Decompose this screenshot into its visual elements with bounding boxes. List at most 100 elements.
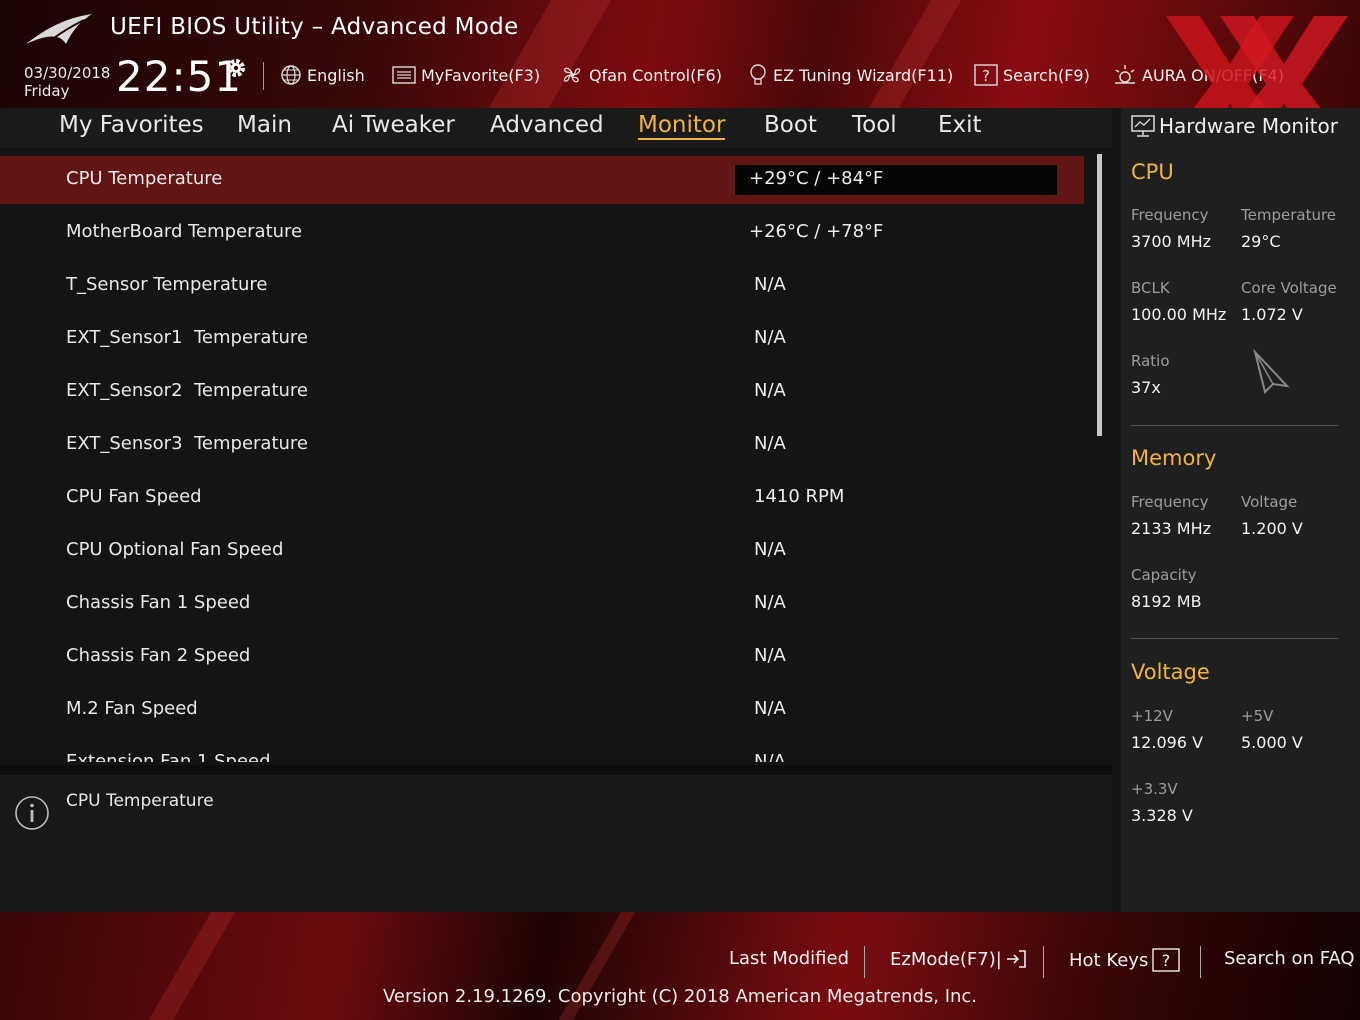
qfan-control-label: Qfan Control(F6) xyxy=(589,65,722,85)
rog-logo-icon xyxy=(26,14,92,44)
header-streak xyxy=(868,0,962,108)
language-label: English xyxy=(307,65,365,85)
memory-section-heading: Memory xyxy=(1131,446,1217,470)
monitor-row-chassis-fan-2-speed[interactable]: Chassis Fan 2 Speed N/A xyxy=(0,633,1084,681)
v5-value: 5.000 V xyxy=(1241,733,1303,752)
tab-my-favorites[interactable]: My Favorites xyxy=(59,112,204,138)
main-nav-tabs: My Favorites Main Ai Tweaker Advanced Mo… xyxy=(0,108,1112,148)
monitor-row-m2-fan-speed[interactable]: M.2 Fan Speed N/A xyxy=(0,686,1084,734)
last-modified-button[interactable]: Last Modified xyxy=(729,948,849,969)
row-value: N/A xyxy=(754,380,786,401)
ez-tuning-wizard-button[interactable]: EZ Tuning Wizard(F11) xyxy=(748,62,953,88)
voltage-section-heading: Voltage xyxy=(1131,660,1210,684)
monitor-row-ext-sensor3-temperature[interactable]: EXT_Sensor3 Temperature N/A xyxy=(0,421,1084,469)
help-question-icon: ? xyxy=(1152,948,1181,972)
ezmode-label: EzMode(F7)| xyxy=(890,948,1002,970)
cpu-section-heading: CPU xyxy=(1131,160,1174,184)
footer-separator xyxy=(864,946,865,978)
v12-label: +12V xyxy=(1131,707,1173,725)
monitor-screen-icon xyxy=(1131,115,1155,137)
monitor-row-ext-sensor2-temperature[interactable]: EXT_Sensor2 Temperature N/A xyxy=(0,368,1084,416)
search-button[interactable]: ? Search(F9) xyxy=(974,62,1090,88)
help-description: CPU Temperature xyxy=(66,791,214,811)
section-divider xyxy=(1131,638,1338,639)
v33-value: 3.328 V xyxy=(1131,806,1193,825)
monitor-row-extension-fan-1-speed[interactable]: Extension Fan 1 Speed N/A xyxy=(0,739,1084,762)
monitor-row-ext-sensor1-temperature[interactable]: EXT_Sensor1 Temperature N/A xyxy=(0,315,1084,363)
row-label: EXT_Sensor2 Temperature xyxy=(66,380,308,401)
row-value: N/A xyxy=(754,433,786,454)
list-scrollbar[interactable] xyxy=(1097,154,1102,436)
date-display: 03/30/2018 xyxy=(24,64,111,82)
help-question-icon: ? xyxy=(974,64,998,86)
cpu-frequency-label: Frequency xyxy=(1131,206,1209,224)
ez-tuning-wizard-label: EZ Tuning Wizard(F11) xyxy=(773,65,954,85)
row-value: N/A xyxy=(754,539,786,560)
tab-advanced[interactable]: Advanced xyxy=(490,112,604,138)
monitor-row-motherboard-temperature[interactable]: MotherBoard Temperature +26°C / +78°F xyxy=(0,209,1084,257)
row-value: N/A xyxy=(754,274,786,295)
cpu-temperature-value: 29°C xyxy=(1241,232,1281,251)
row-value: +26°C / +78°F xyxy=(749,221,884,242)
core-voltage-label: Core Voltage xyxy=(1241,279,1337,297)
row-label: EXT_Sensor3 Temperature xyxy=(66,433,308,454)
row-value: N/A xyxy=(754,592,786,613)
hardware-monitor-title: Hardware Monitor xyxy=(1159,114,1338,138)
svg-text:?: ? xyxy=(982,67,990,85)
last-modified-label: Last Modified xyxy=(729,948,850,969)
hardware-monitor-panel: Hardware Monitor CPU Frequency Temperatu… xyxy=(1121,108,1360,912)
globe-icon xyxy=(281,65,301,85)
row-value: +29°C / +84°F xyxy=(749,168,884,189)
bclk-label: BCLK xyxy=(1131,279,1170,297)
row-label: EXT_Sensor1 Temperature xyxy=(66,327,308,348)
monitor-row-cpu-temperature[interactable]: CPU Temperature +29°C / +84°F xyxy=(0,156,1084,204)
list-divider xyxy=(0,765,1112,775)
memory-capacity-value: 8192 MB xyxy=(1131,592,1202,611)
row-value: N/A xyxy=(754,645,786,666)
memory-voltage-value: 1.200 V xyxy=(1241,519,1303,538)
toolbar-separator xyxy=(263,62,264,90)
language-button[interactable]: English xyxy=(280,62,365,88)
my-favorite-label: MyFavorite(F3) xyxy=(421,65,541,85)
tab-monitor[interactable]: Monitor xyxy=(638,112,726,140)
tab-ai-tweaker[interactable]: Ai Tweaker xyxy=(332,112,455,138)
monitor-row-chassis-fan-1-speed[interactable]: Chassis Fan 1 Speed N/A xyxy=(0,580,1084,628)
core-voltage-value: 1.072 V xyxy=(1241,305,1303,324)
my-favorite-button[interactable]: MyFavorite(F3) xyxy=(392,62,540,88)
svg-text:?: ? xyxy=(1162,951,1171,970)
monitor-row-cpu-fan-speed[interactable]: CPU Fan Speed 1410 RPM xyxy=(0,474,1084,522)
row-label: Chassis Fan 2 Speed xyxy=(66,645,251,666)
monitor-row-cpu-optional-fan-speed[interactable]: CPU Optional Fan Speed N/A xyxy=(0,527,1084,575)
qfan-control-button[interactable]: Qfan Control(F6) xyxy=(560,62,722,88)
section-divider xyxy=(1131,425,1338,426)
search-label: Search(F9) xyxy=(1003,65,1090,85)
memory-voltage-label: Voltage xyxy=(1241,493,1298,511)
xx-watermark-icon xyxy=(1166,16,1348,108)
monitor-settings-list: CPU Temperature +29°C / +84°F MotherBoar… xyxy=(0,152,1090,762)
gear-icon[interactable] xyxy=(224,56,248,80)
tab-exit[interactable]: Exit xyxy=(938,112,982,138)
ezmode-button[interactable]: EzMode(F7)| xyxy=(890,948,1027,970)
tab-boot[interactable]: Boot xyxy=(764,112,817,138)
row-label: CPU Temperature xyxy=(66,168,223,189)
ratio-value: 37x xyxy=(1131,378,1161,397)
tab-tool[interactable]: Tool xyxy=(852,112,897,138)
search-on-faq-button[interactable]: Search on FAQ xyxy=(1224,948,1355,969)
footer-bar: Last Modified EzMode(F7)| Hot Keys ? Sea… xyxy=(0,912,1360,1020)
cpu-temperature-label: Temperature xyxy=(1241,206,1337,224)
footer-separator xyxy=(1200,946,1201,978)
memory-capacity-label: Capacity xyxy=(1131,566,1197,584)
row-label: T_Sensor Temperature xyxy=(66,274,268,295)
tab-main[interactable]: Main xyxy=(237,112,292,138)
memory-frequency-value: 2133 MHz xyxy=(1131,519,1212,538)
v5-label: +5V xyxy=(1241,707,1274,725)
monitor-row-t-sensor-temperature[interactable]: T_Sensor Temperature N/A xyxy=(0,262,1084,310)
row-label: M.2 Fan Speed xyxy=(66,698,198,719)
hot-keys-button[interactable]: Hot Keys ? xyxy=(1069,948,1181,972)
row-value: N/A xyxy=(754,698,786,719)
row-value: 1410 RPM xyxy=(754,486,845,507)
favorite-list-icon xyxy=(392,66,416,84)
hot-keys-label: Hot Keys xyxy=(1069,949,1149,971)
info-icon xyxy=(15,796,49,830)
version-copyright: Version 2.19.1269. Copyright (C) 2018 Am… xyxy=(382,986,978,1007)
